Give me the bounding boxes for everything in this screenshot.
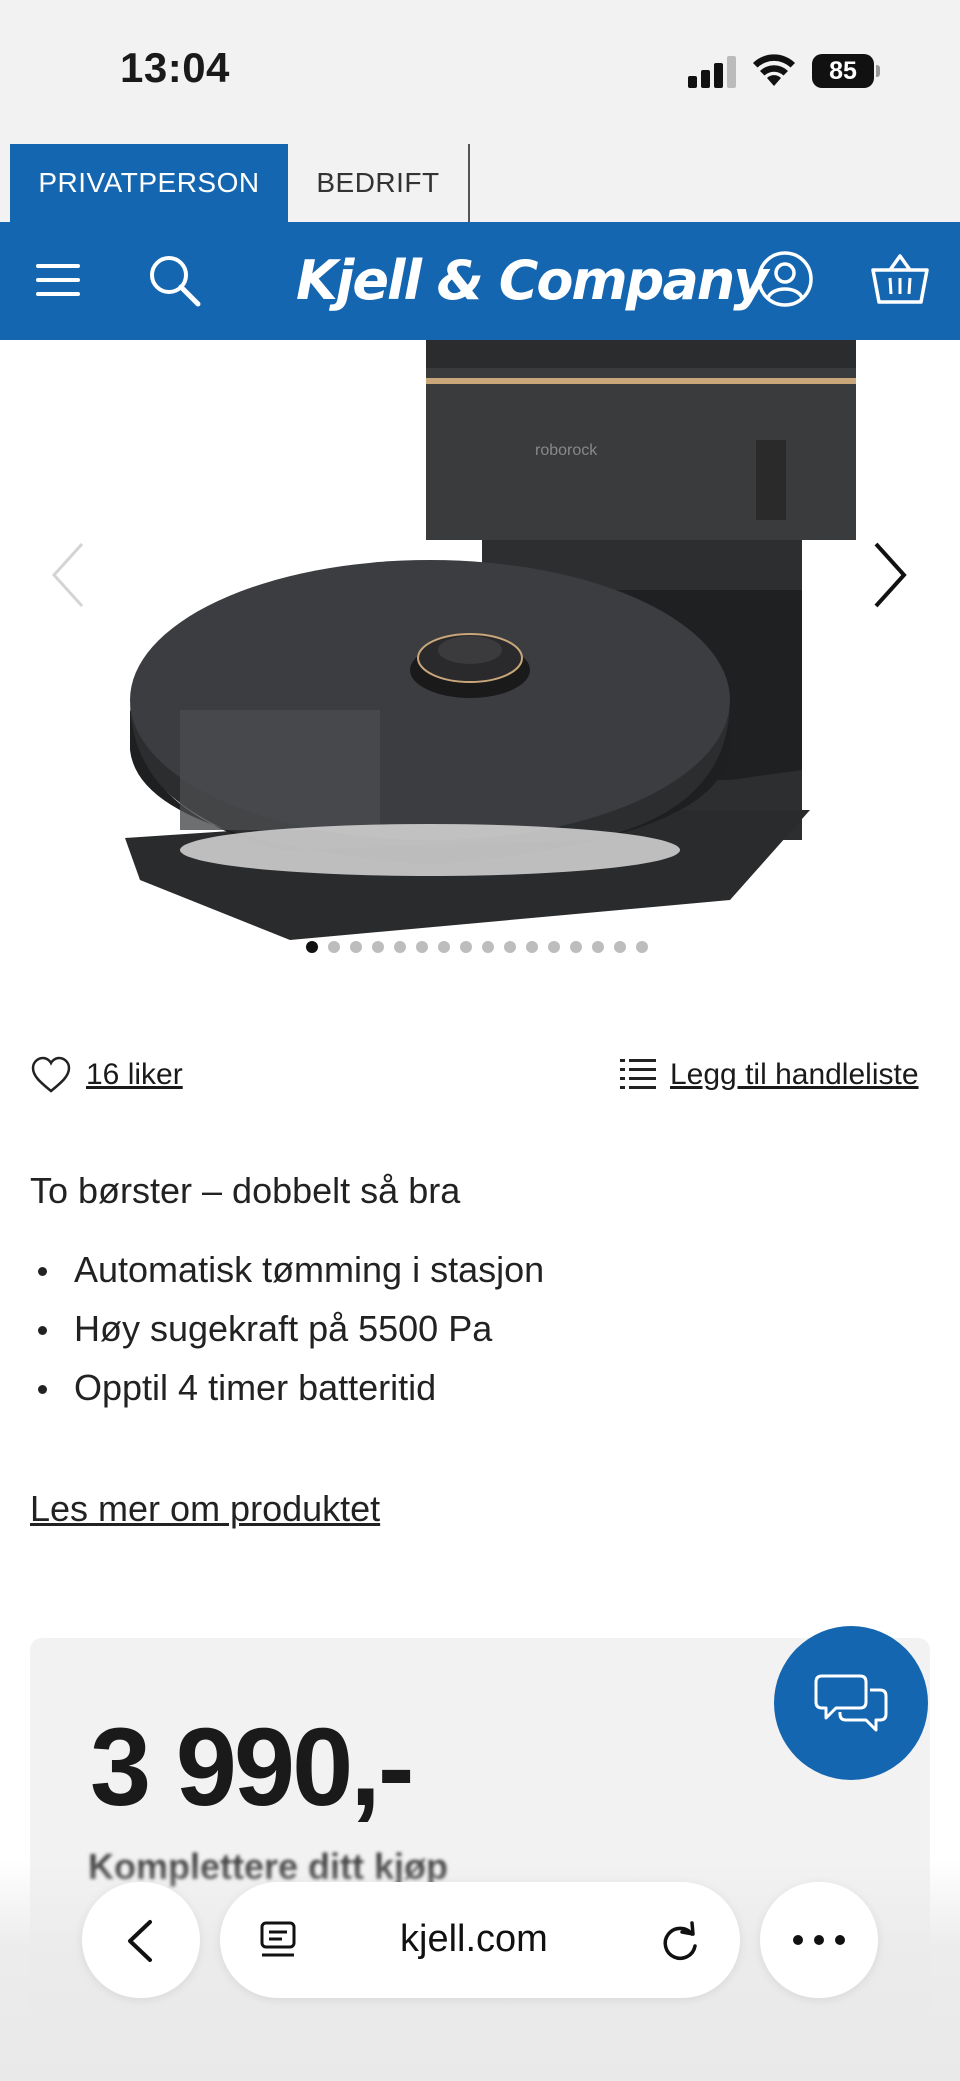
cellular-signal-icon (688, 56, 738, 88)
pagination-dot[interactable] (548, 941, 560, 953)
status-time: 13:04 (120, 44, 230, 91)
pagination-dot[interactable] (570, 941, 582, 953)
product-feature-list: Automatisk tømming i stasjon Høy sugekra… (30, 1240, 544, 1417)
more-options-button[interactable] (760, 1882, 878, 1998)
like-button[interactable]: 16 liker (30, 1053, 183, 1097)
product-image-gallery[interactable]: roborock (30, 340, 930, 980)
list-item: Automatisk tømming i stasjon (30, 1240, 544, 1299)
svg-text:roborock: roborock (535, 442, 598, 459)
pagination-dot[interactable] (592, 941, 604, 953)
address-bar[interactable]: kjell.com (220, 1882, 740, 1998)
list-item: Høy sugekraft på 5500 Pa (30, 1299, 544, 1358)
tab-private[interactable]: PRIVATPERSON (10, 144, 288, 222)
chevron-left-icon (128, 1920, 152, 1962)
reload-icon[interactable] (658, 1920, 702, 1964)
pagination-dot[interactable] (350, 941, 362, 953)
product-price: 3 990,- (90, 1706, 414, 1829)
pagination-dot[interactable] (438, 941, 450, 953)
pagination-dot[interactable] (328, 941, 340, 953)
ellipsis-icon (793, 1935, 845, 1945)
list-icon (620, 1059, 656, 1089)
user-account-icon[interactable] (756, 250, 814, 308)
pagination-dot[interactable] (460, 941, 472, 953)
pagination-dot[interactable] (504, 941, 516, 953)
chat-button[interactable] (774, 1626, 928, 1780)
site-logo[interactable]: Kjell & Company (296, 246, 768, 316)
pagination-dot[interactable] (306, 941, 318, 953)
pagination-dot[interactable] (394, 941, 406, 953)
pagination-dot[interactable] (526, 941, 538, 953)
likes-count[interactable]: 16 liker (86, 1058, 183, 1092)
browser-back-button[interactable] (82, 1882, 200, 1998)
previous-image-arrow-icon[interactable] (48, 540, 88, 610)
tab-business[interactable]: BEDRIFT (288, 144, 470, 222)
customer-type-tabs: PRIVATPERSON BEDRIFT (0, 140, 960, 222)
add-to-shopping-list-button[interactable]: Legg til handleliste (620, 1053, 919, 1097)
chat-bubbles-icon (814, 1674, 888, 1732)
reader-tabs-icon[interactable] (258, 1920, 300, 1962)
pagination-dot[interactable] (482, 941, 494, 953)
shopping-basket-icon[interactable] (870, 252, 930, 306)
list-item: Opptil 4 timer batteritid (30, 1358, 544, 1417)
wifi-icon (753, 54, 795, 86)
search-icon[interactable] (146, 252, 202, 308)
status-bar: 13:04 85 (0, 0, 960, 140)
read-more-link[interactable]: Les mer om produktet (30, 1488, 380, 1530)
product-tagline: To børster – dobbelt så bra (30, 1170, 461, 1211)
heart-icon (31, 1056, 71, 1093)
battery-indicator: 85 (812, 54, 880, 88)
pagination-dot[interactable] (636, 941, 648, 953)
site-header: Kjell & Company (0, 222, 960, 340)
pagination-dot[interactable] (372, 941, 384, 953)
url-text[interactable]: kjell.com (400, 1918, 548, 1961)
robot-vacuum-image: roborock (125, 340, 856, 940)
next-image-arrow-icon[interactable] (870, 540, 910, 610)
menu-icon[interactable] (34, 258, 82, 302)
pagination-dot[interactable] (416, 941, 428, 953)
add-to-shopping-list-label[interactable]: Legg til handleliste (670, 1058, 919, 1092)
pagination-dot[interactable] (614, 941, 626, 953)
